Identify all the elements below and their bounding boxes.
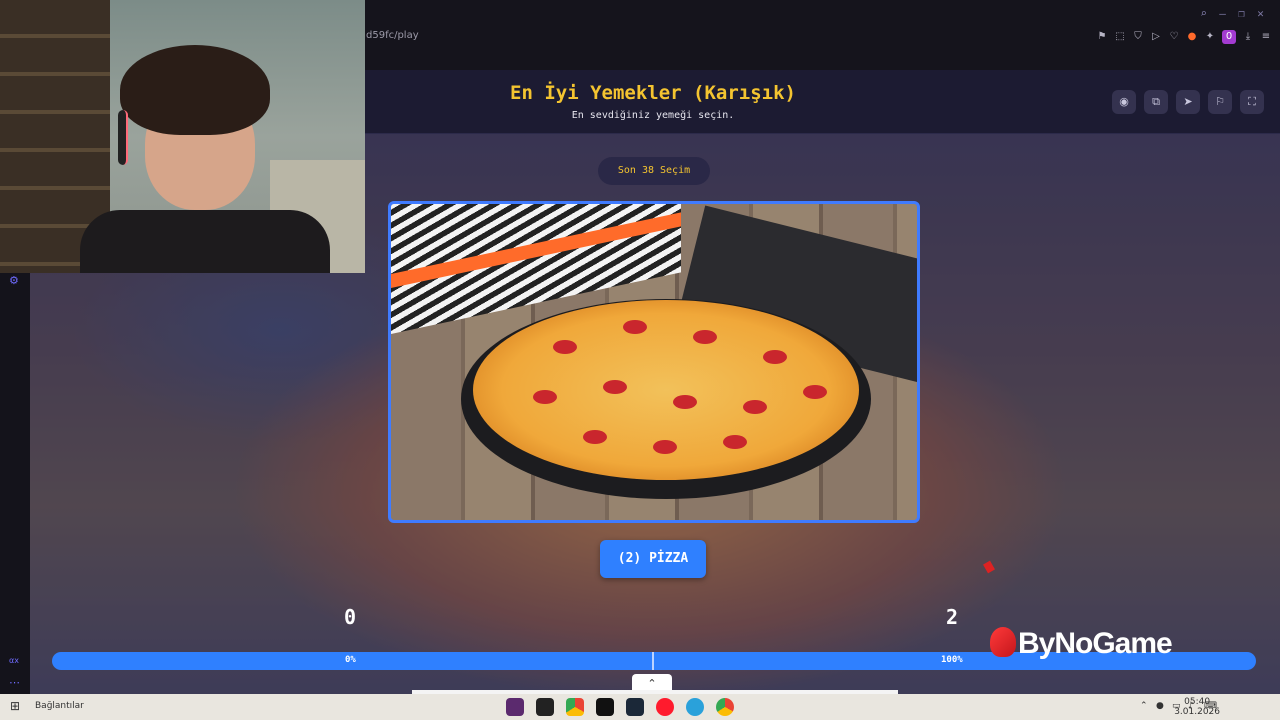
bookmark-icon[interactable]: ⚑: [1096, 31, 1108, 43]
choice-button[interactable]: (2) PİZZA: [600, 540, 706, 578]
clock-time: 05:40: [1184, 697, 1211, 707]
taskbar-links[interactable]: Bağlantılar: [35, 701, 84, 711]
opera-icon[interactable]: [656, 698, 674, 716]
brand-logo: ByNoGame: [990, 627, 1173, 661]
person-hair-graphic: [120, 45, 270, 135]
person-shirt-graphic: [80, 210, 330, 273]
play-icon[interactable]: ▷: [1150, 31, 1162, 43]
taskbar: ⊞ Bağlantılar ⌃ ● ▭ ♪ ⌨ 05:40 3.01.2026: [0, 694, 1280, 720]
settings-icon[interactable]: ⚙: [9, 274, 19, 287]
webcam-overlay: [0, 0, 365, 273]
extensions-icon[interactable]: ✦: [1204, 31, 1216, 43]
mouse-cursor-icon: [983, 560, 995, 574]
clock-date: 3.01.2026: [1174, 707, 1220, 717]
share-icon[interactable]: ⧉: [1144, 90, 1168, 114]
fullscreen-icon[interactable]: ⛶: [1240, 90, 1264, 114]
progress-divider: [652, 652, 654, 670]
flame-icon[interactable]: ●: [1186, 31, 1198, 43]
send-icon[interactable]: ➤: [1176, 90, 1200, 114]
progress-right-label: 100%: [941, 655, 963, 665]
steam-icon[interactable]: [626, 698, 644, 716]
headset-icon: [118, 110, 128, 165]
menu-icon[interactable]: ≡: [1260, 31, 1272, 43]
close-icon[interactable]: ✕: [1255, 8, 1266, 19]
score-right: 2: [946, 605, 959, 629]
browser-toolbar: ⚑ ⬚ ⛉ ▷ ♡ ● ✦ 0 ⤓ ≡: [1096, 30, 1272, 44]
progress-left-label: 0%: [345, 655, 356, 665]
search-icon[interactable]: ⌕: [1198, 8, 1209, 19]
obs-icon[interactable]: [536, 698, 554, 716]
chrome-alt-icon[interactable]: [716, 698, 734, 716]
shield-icon[interactable]: ⛉: [1132, 31, 1144, 43]
heart-icon[interactable]: ♡: [1168, 31, 1180, 43]
pizza-image: [473, 300, 859, 480]
microphone-icon[interactable]: ●: [1156, 700, 1166, 712]
screenshot-icon[interactable]: ⬚: [1114, 31, 1126, 43]
windows-start-icon[interactable]: ⊞: [10, 700, 22, 712]
brand-mark-icon: [990, 627, 1016, 657]
eye-icon[interactable]: ◉: [1112, 90, 1136, 114]
download-icon[interactable]: ⤓: [1242, 31, 1254, 43]
taskbar-apps: [506, 698, 734, 716]
chrome-icon[interactable]: [566, 698, 584, 716]
choice-image-card[interactable]: [388, 201, 920, 523]
ax-icon[interactable]: αx: [9, 656, 19, 665]
flag-icon[interactable]: ⚐: [1208, 90, 1232, 114]
maximize-icon[interactable]: ❐: [1236, 8, 1247, 19]
score-left: 0: [344, 605, 357, 629]
address-bar[interactable]: d59fc/play: [366, 30, 419, 41]
header-actions: ◉ ⧉ ➤ ⚐ ⛶: [1112, 90, 1264, 114]
more-icon[interactable]: ⋯: [9, 676, 20, 689]
recent-choices-pill[interactable]: Son 38 Seçim: [598, 157, 710, 185]
epic-games-icon[interactable]: [596, 698, 614, 716]
profile-icon[interactable]: 0: [1222, 30, 1236, 44]
window-controls: ⌕ – ❐ ✕: [1198, 8, 1266, 19]
chevron-up-tray-icon[interactable]: ⌃: [1140, 700, 1150, 712]
brand-name: ByNoGame: [1018, 627, 1173, 660]
screen: d59fc/play ⌕ – ❐ ✕ ⚑ ⬚ ⛉ ▷ ♡ ● ✦ 0 ⤓ ≡ ⚙…: [0, 0, 1280, 720]
telegram-icon[interactable]: [686, 698, 704, 716]
vscode-icon[interactable]: [506, 698, 524, 716]
minimize-icon[interactable]: –: [1217, 8, 1228, 19]
clock[interactable]: 05:40 3.01.2026: [1174, 697, 1220, 717]
